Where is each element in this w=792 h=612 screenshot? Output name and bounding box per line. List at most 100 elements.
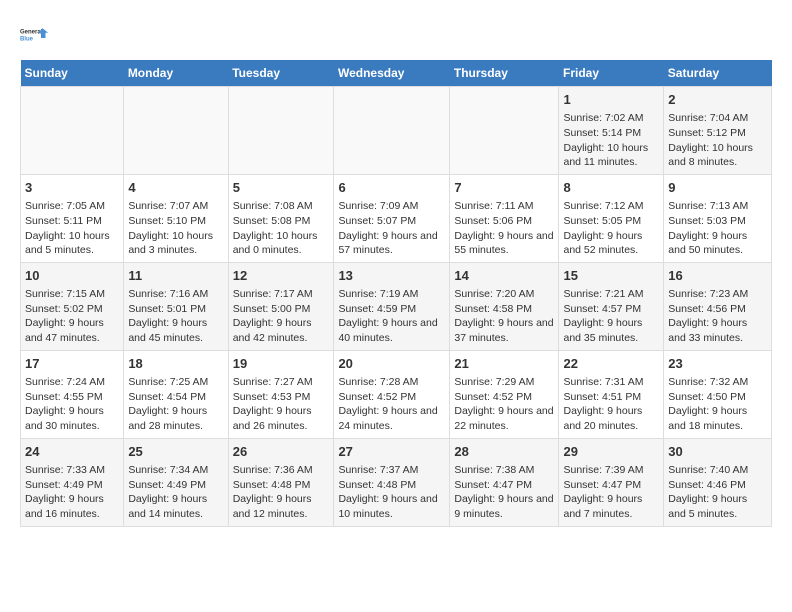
calendar-cell: 21Sunrise: 7:29 AMSunset: 4:52 PMDayligh… [450, 350, 559, 438]
day-info: Sunset: 4:50 PM [668, 390, 767, 405]
calendar-cell: 10 Sunrise: 7:15 AMSunset: 5:02 PMDayligh… [21, 262, 124, 350]
day-info: Daylight: 9 hours and 57 minutes. [338, 229, 445, 258]
day-info: Sunrise: 7:24 AM [25, 375, 119, 390]
day-number: 3 [25, 179, 119, 197]
day-info: Sunrise: 7:20 AM [454, 287, 554, 302]
day-info: Sunrise: 7:33 AM [25, 463, 119, 478]
svg-text:Blue: Blue [20, 36, 34, 42]
day-number: 29 [563, 443, 659, 461]
calendar-cell: 7Sunrise: 7:11 AMSunset: 5:06 PMDaylight… [450, 174, 559, 262]
day-info: Daylight: 9 hours and 47 minutes. [25, 316, 119, 345]
day-number: 21 [454, 355, 554, 373]
day-number: 28 [454, 443, 554, 461]
calendar-cell: 27Sunrise: 7:37 AMSunset: 4:48 PMDayligh… [334, 438, 450, 526]
logo: GeneralBlue [20, 20, 50, 50]
calendar-week-5: 24Sunrise: 7:33 AMSunset: 4:49 PMDayligh… [21, 438, 772, 526]
day-info: Sunset: 4:53 PM [233, 390, 330, 405]
calendar-cell: 5Sunrise: 7:08 AMSunset: 5:08 PMDaylight… [228, 174, 334, 262]
day-info: Daylight: 9 hours and 26 minutes. [233, 404, 330, 433]
day-number: 27 [338, 443, 445, 461]
calendar-cell: 13 Sunrise: 7:19 AMSunset: 4:59 PMDayligh… [334, 262, 450, 350]
calendar-cell: 14Sunrise: 7:20 AMSunset: 4:58 PMDayligh… [450, 262, 559, 350]
calendar-week-3: 10Sunrise: 7:15 AMSunset: 5:02 PMDayligh… [21, 262, 772, 350]
day-info: Sunset: 4:59 PM [338, 302, 445, 317]
day-info: Daylight: 9 hours and 37 minutes. [454, 316, 554, 345]
day-info: Sunrise: 7:16 AM [128, 287, 223, 302]
day-info: Daylight: 9 hours and 18 minutes. [668, 404, 767, 433]
day-info: Daylight: 9 hours and 28 minutes. [128, 404, 223, 433]
day-info: Sunset: 4:49 PM [128, 478, 223, 493]
calendar-cell: 9Sunrise: 7:13 AMSunset: 5:03 PMDaylight… [664, 174, 772, 262]
day-info: Daylight: 9 hours and 16 minutes. [25, 492, 119, 521]
calendar-cell: 11Sunrise: 7:16 AMSunset: 5:01 PMDayligh… [124, 262, 228, 350]
day-info: Sunset: 5:03 PM [668, 214, 767, 229]
calendar-week-1: 1 Sunrise: 7:02 AMSunset: 5:14 PMDaylight… [21, 87, 772, 175]
day-number: 11 [128, 267, 223, 285]
day-number: 6 [338, 179, 445, 197]
day-info: Sunset: 5:01 PM [128, 302, 223, 317]
calendar-cell: 25Sunrise: 7:34 AMSunset: 4:49 PMDayligh… [124, 438, 228, 526]
day-info: Sunset: 4:49 PM [25, 478, 119, 493]
day-info: Sunrise: 7:19 AM [338, 287, 445, 302]
day-info: Daylight: 10 hours and 11 minutes. [563, 141, 659, 170]
calendar-cell: 1 Sunrise: 7:02 AMSunset: 5:14 PMDaylight… [559, 87, 664, 175]
day-info: Sunrise: 7:37 AM [338, 463, 445, 478]
day-info: Sunset: 5:14 PM [563, 126, 659, 141]
calendar-cell: 29Sunrise: 7:39 AMSunset: 4:47 PMDayligh… [559, 438, 664, 526]
day-number: 10 [25, 267, 119, 285]
day-info: Daylight: 9 hours and 35 minutes. [563, 316, 659, 345]
calendar-cell: 20Sunrise: 7:28 AMSunset: 4:52 PMDayligh… [334, 350, 450, 438]
day-info: Sunset: 5:11 PM [25, 214, 119, 229]
day-info: Sunset: 4:51 PM [563, 390, 659, 405]
calendar-cell: 16Sunrise: 7:23 AMSunset: 4:56 PMDayligh… [664, 262, 772, 350]
day-info: Sunset: 4:57 PM [563, 302, 659, 317]
day-info: Sunrise: 7:02 AM [563, 111, 659, 126]
day-info: Sunrise: 7:32 AM [668, 375, 767, 390]
day-number: 15 [563, 267, 659, 285]
day-info: Sunset: 5:10 PM [128, 214, 223, 229]
day-info: Daylight: 9 hours and 50 minutes. [668, 229, 767, 258]
calendar-week-2: 3Sunrise: 7:05 AMSunset: 5:11 PMDaylight… [21, 174, 772, 262]
header-friday: Friday [559, 60, 664, 87]
day-number: 26 [233, 443, 330, 461]
day-info: Daylight: 10 hours and 5 minutes. [25, 229, 119, 258]
day-number: 23 [668, 355, 767, 373]
day-number: 2 [668, 91, 767, 109]
day-info: Daylight: 9 hours and 12 minutes. [233, 492, 330, 521]
day-number: 13 [338, 267, 445, 285]
day-number: 5 [233, 179, 330, 197]
day-info: Sunset: 5:02 PM [25, 302, 119, 317]
day-number: 19 [233, 355, 330, 373]
day-info: Sunset: 5:00 PM [233, 302, 330, 317]
day-info: Sunrise: 7:38 AM [454, 463, 554, 478]
day-info: Sunset: 4:55 PM [25, 390, 119, 405]
calendar-cell: 6Sunrise: 7:09 AMSunset: 5:07 PMDaylight… [334, 174, 450, 262]
day-info: Sunrise: 7:36 AM [233, 463, 330, 478]
day-number: 7 [454, 179, 554, 197]
day-info: Daylight: 9 hours and 20 minutes. [563, 404, 659, 433]
calendar-cell: 18Sunrise: 7:25 AMSunset: 4:54 PMDayligh… [124, 350, 228, 438]
calendar-cell [21, 87, 124, 175]
day-info: Sunrise: 7:07 AM [128, 199, 223, 214]
calendar-week-4: 17Sunrise: 7:24 AMSunset: 4:55 PMDayligh… [21, 350, 772, 438]
day-number: 1 [563, 91, 659, 109]
day-info: Sunrise: 7:21 AM [563, 287, 659, 302]
day-number: 12 [233, 267, 330, 285]
calendar-cell [334, 87, 450, 175]
day-info: Daylight: 9 hours and 40 minutes. [338, 316, 445, 345]
day-info: Sunrise: 7:27 AM [233, 375, 330, 390]
day-number: 30 [668, 443, 767, 461]
day-number: 24 [25, 443, 119, 461]
calendar-cell: 23 Sunrise: 7:32 AMSunset: 4:50 PMDayligh… [664, 350, 772, 438]
day-info: Daylight: 9 hours and 9 minutes. [454, 492, 554, 521]
day-info: Sunrise: 7:08 AM [233, 199, 330, 214]
day-info: Sunset: 4:56 PM [668, 302, 767, 317]
day-info: Sunrise: 7:23 AM [668, 287, 767, 302]
day-info: Sunrise: 7:09 AM [338, 199, 445, 214]
day-info: Sunrise: 7:15 AM [25, 287, 119, 302]
day-info: Sunset: 4:58 PM [454, 302, 554, 317]
calendar-cell [124, 87, 228, 175]
day-number: 9 [668, 179, 767, 197]
day-number: 20 [338, 355, 445, 373]
day-info: Sunset: 5:06 PM [454, 214, 554, 229]
